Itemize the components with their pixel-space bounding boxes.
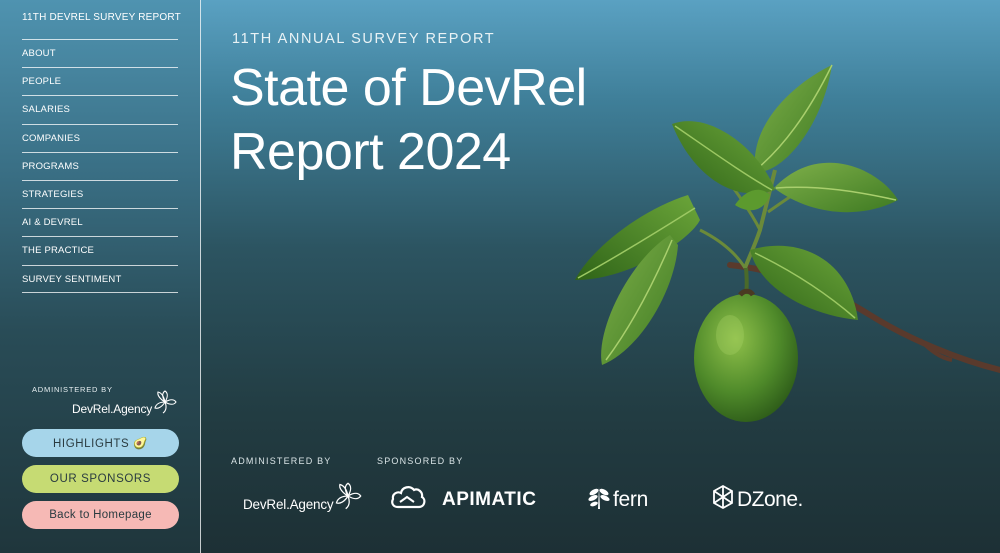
hexagon-icon [711,484,735,515]
sidebar-nav: ABOUT PEOPLE SALARIES COMPANIES PROGRAMS… [22,39,178,293]
footer-dzone-logo[interactable]: DZone. [711,484,803,515]
sidebar-item-programs[interactable]: PROGRAMS [22,151,178,180]
sidebar-item-strategies[interactable]: STRATEGIES [22,179,178,208]
sidebar-administered-by: ADMINISTERED BY DevRel.Agency [32,385,177,416]
report-kicker: 11TH ANNUAL SURVEY REPORT [232,31,496,47]
sidebar-item-people[interactable]: PEOPLE [22,67,178,95]
leaf-flower-icon [152,389,178,420]
footer-sponsored-label: SPONSORED BY [377,456,464,466]
sidebar-item-ai-devrel[interactable]: AI & DEVREL [22,208,178,236]
sidebar-item-survey-sentiment[interactable]: SURVEY SENTIMENT [22,264,178,293]
avocado-branch-illustration [560,40,1000,440]
footer-apimatic-logo[interactable]: APIMATIC [390,483,536,516]
footer-devrel-agency-text: DevRel.Agency [243,497,334,512]
sidebar: 11TH DEVREL SURVEY REPORT ABOUT PEOPLE S… [0,0,201,553]
site-title-link[interactable]: 11TH DEVREL SURVEY REPORT [22,12,181,23]
footer-apimatic-text: APIMATIC [442,488,537,510]
our-sponsors-button[interactable]: OUR SPONSORS [22,465,179,493]
devrel-agency-logo[interactable]: DevRel.Agency [72,389,178,420]
footer-fern-logo[interactable]: fern [587,483,648,516]
sidebar-item-the-practice[interactable]: THE PRACTICE [22,236,178,264]
cloud-icon [390,483,426,516]
highlights-button[interactable]: HIGHLIGHTS 🥑 [22,429,179,457]
footer-administered-label: ADMINISTERED BY [231,456,332,466]
fern-leaf-icon [587,483,611,516]
sidebar-item-about[interactable]: ABOUT [22,39,178,67]
footer-fern-text: fern [613,487,648,511]
footer-devrel-agency-logo[interactable]: DevRel.Agency [243,481,363,516]
sidebar-item-companies[interactable]: COMPANIES [22,123,178,152]
sidebar-item-salaries[interactable]: SALARIES [22,95,178,123]
back-to-homepage-button[interactable]: Back to Homepage [22,501,179,529]
footer-dzone-text: DZone. [737,487,803,511]
leaf-flower-icon [333,481,363,516]
devrel-agency-logo-text: DevRel.Agency [72,402,153,416]
